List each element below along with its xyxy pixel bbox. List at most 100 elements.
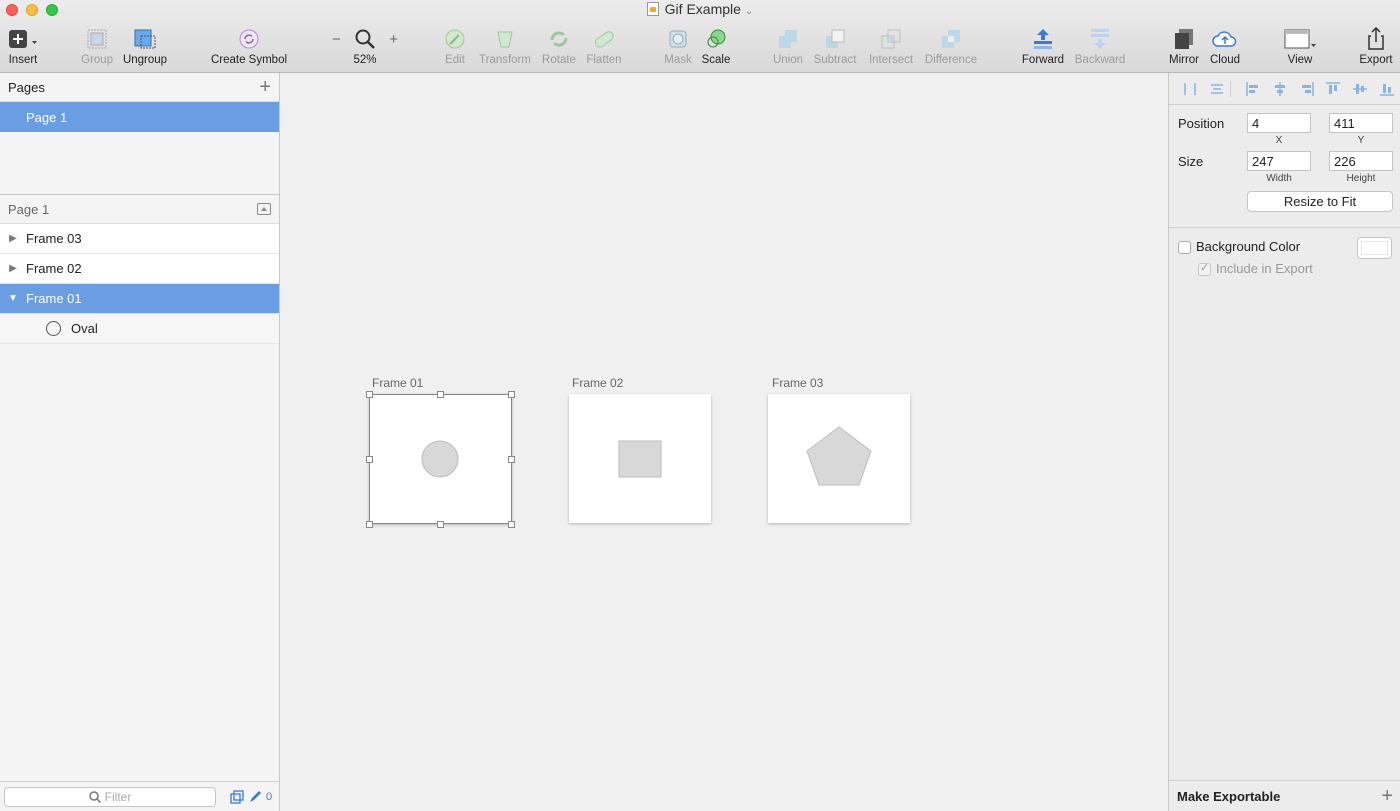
add-page-button[interactable]: + bbox=[259, 77, 271, 97]
window-title-text: Gif Example bbox=[664, 1, 741, 17]
canvas[interactable]: Frame 01 Frame 02 Frame 03 bbox=[281, 73, 1168, 811]
rotate-icon bbox=[550, 31, 568, 47]
rotate-label: Rotate bbox=[542, 54, 576, 66]
ungroup-button[interactable]: Ungroup bbox=[120, 26, 170, 66]
layer-oval[interactable]: Oval bbox=[0, 314, 279, 344]
intersect-label: Intersect bbox=[868, 54, 914, 66]
view-label: View bbox=[1287, 54, 1313, 66]
artboard-label-frame-03[interactable]: Frame 03 bbox=[772, 376, 823, 390]
layer-frame-03[interactable]: ▶ Frame 03 bbox=[0, 224, 279, 254]
resize-handle-n[interactable] bbox=[437, 391, 444, 398]
height-field[interactable]: 226 bbox=[1329, 151, 1393, 171]
disclosure-right-icon[interactable]: ▶ bbox=[0, 263, 26, 274]
edited-layers-icon[interactable] bbox=[248, 790, 262, 804]
union-icon bbox=[779, 30, 797, 48]
zoom-out-button[interactable]: − bbox=[332, 31, 341, 48]
layer-label: Frame 03 bbox=[26, 231, 82, 246]
resize-handle-sw[interactable] bbox=[366, 521, 373, 528]
window-title[interactable]: Gif Example ⌄ bbox=[0, 1, 1400, 17]
layer-label: Frame 01 bbox=[26, 291, 82, 306]
distribute-horizontal-icon[interactable] bbox=[1177, 82, 1204, 96]
layer-frame-01[interactable]: ▼ Frame 01 bbox=[0, 284, 279, 314]
transform-button[interactable]: Transform bbox=[476, 26, 534, 66]
difference-button[interactable]: Difference bbox=[921, 26, 981, 66]
resize-handle-se[interactable] bbox=[508, 521, 515, 528]
share-export-icon bbox=[1368, 27, 1384, 50]
insert-button[interactable]: Insert bbox=[6, 26, 40, 66]
align-middle-vertical-icon[interactable] bbox=[1347, 82, 1374, 96]
page-item-label: Page 1 bbox=[26, 109, 68, 125]
position-y-field[interactable]: 411 bbox=[1329, 113, 1393, 133]
pentagon-shape[interactable] bbox=[806, 426, 872, 486]
flatten-button[interactable]: Flatten bbox=[584, 26, 624, 66]
create-symbol-button[interactable]: Create Symbol bbox=[208, 26, 290, 66]
resize-handle-s[interactable] bbox=[437, 521, 444, 528]
resize-handle-e[interactable] bbox=[508, 456, 515, 463]
layers-title: Page 1 bbox=[8, 201, 50, 217]
subtract-label: Subtract bbox=[813, 54, 857, 66]
make-exportable-bar[interactable]: Make Exportable + bbox=[1169, 780, 1400, 811]
insert-label: Insert bbox=[8, 54, 38, 66]
symbol-icon bbox=[239, 29, 259, 49]
include-in-export-checkbox[interactable] bbox=[1198, 261, 1211, 276]
artboard-label-frame-02[interactable]: Frame 02 bbox=[572, 376, 623, 390]
distribute-vertical-icon[interactable] bbox=[1204, 82, 1231, 96]
footer-icons: 0 bbox=[230, 789, 272, 804]
align-center-horizontal-icon[interactable] bbox=[1267, 81, 1294, 96]
edit-icon bbox=[445, 29, 465, 49]
artboard-label-frame-01[interactable]: Frame 01 bbox=[372, 376, 423, 390]
width-caption: Width bbox=[1266, 173, 1292, 184]
toolbar: Gif Example ⌄ Insert Group Ungroup Create… bbox=[0, 0, 1400, 73]
frame-03-content bbox=[806, 426, 872, 486]
align-left-icon[interactable] bbox=[1240, 81, 1267, 96]
background-color-swatch[interactable] bbox=[1357, 237, 1392, 259]
resize-handle-ne[interactable] bbox=[508, 391, 515, 398]
union-button[interactable]: Union bbox=[771, 26, 805, 66]
width-field[interactable]: 247 bbox=[1247, 151, 1311, 171]
filter-input[interactable]: Filter bbox=[4, 786, 216, 807]
flatten-label: Flatten bbox=[586, 54, 622, 66]
mirror-button[interactable]: Mirror bbox=[1166, 26, 1202, 66]
layer-frame-02[interactable]: ▶ Frame 02 bbox=[0, 254, 279, 284]
resize-handle-w[interactable] bbox=[366, 456, 373, 463]
rectangle-shape[interactable] bbox=[618, 440, 662, 478]
position-x-field[interactable]: 4 bbox=[1247, 113, 1311, 133]
pages-header: Pages + bbox=[0, 73, 279, 102]
scale-button[interactable]: Scale bbox=[700, 26, 732, 66]
transform-icon bbox=[497, 31, 513, 48]
subtract-button[interactable]: Subtract bbox=[811, 26, 859, 66]
resize-handle-nw[interactable] bbox=[366, 391, 373, 398]
intersect-button[interactable]: Intersect bbox=[865, 26, 917, 66]
zoom-in-button[interactable]: + bbox=[389, 31, 398, 48]
artboard-frame-02[interactable] bbox=[569, 394, 711, 523]
align-right-icon[interactable] bbox=[1293, 81, 1320, 96]
size-label: Size bbox=[1178, 154, 1204, 169]
export-button[interactable]: Export bbox=[1356, 26, 1396, 66]
edit-button[interactable]: Edit bbox=[440, 26, 470, 66]
disclosure-down-icon[interactable]: ▼ bbox=[0, 293, 26, 304]
subtract-icon bbox=[826, 29, 845, 48]
backward-button[interactable]: Backward bbox=[1071, 26, 1129, 66]
page-item-page-1[interactable]: Page 1 bbox=[0, 102, 279, 132]
make-exportable-label: Make Exportable bbox=[1177, 788, 1281, 804]
symbols-filter-icon[interactable] bbox=[230, 789, 244, 804]
transform-label: Transform bbox=[479, 54, 531, 66]
align-bottom-icon[interactable] bbox=[1373, 82, 1400, 96]
rotate-button[interactable]: Rotate bbox=[540, 26, 578, 66]
zoom-level[interactable]: 52% bbox=[332, 54, 398, 66]
selection-outline bbox=[369, 394, 512, 524]
disclosure-right-icon[interactable]: ▶ bbox=[0, 233, 26, 244]
collapse-pages-icon[interactable] bbox=[257, 203, 271, 215]
group-button[interactable]: Group bbox=[78, 26, 116, 66]
align-top-icon[interactable] bbox=[1320, 81, 1347, 96]
cloud-button[interactable]: Cloud bbox=[1208, 26, 1242, 66]
mask-label: Mask bbox=[664, 54, 692, 66]
background-color-checkbox[interactable] bbox=[1178, 241, 1191, 254]
resize-to-fit-button[interactable]: Resize to Fit bbox=[1247, 191, 1393, 212]
artboard-frame-03[interactable] bbox=[768, 394, 910, 523]
sidebar-footer: Filter 0 bbox=[0, 781, 280, 811]
mask-button[interactable]: Mask bbox=[662, 26, 694, 66]
add-export-icon[interactable]: + bbox=[1381, 785, 1393, 808]
forward-button[interactable]: Forward bbox=[1019, 26, 1067, 66]
view-button[interactable]: View bbox=[1280, 26, 1320, 66]
